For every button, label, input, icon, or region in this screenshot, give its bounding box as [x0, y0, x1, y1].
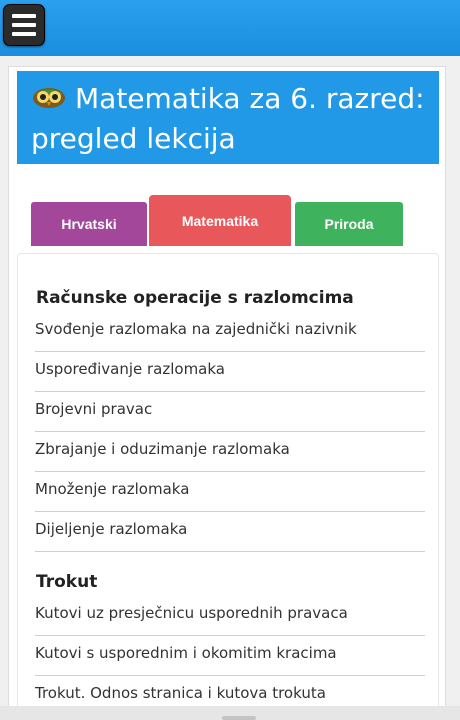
list-item[interactable]: Brojevni pravac	[35, 392, 425, 432]
owl-icon	[33, 88, 65, 108]
list-item[interactable]: Uspoređivanje razlomaka	[35, 352, 425, 392]
hamburger-menu-icon[interactable]	[3, 4, 45, 46]
list-item[interactable]: Množenje razlomaka	[35, 472, 425, 512]
scroll-handle[interactable]	[222, 716, 256, 720]
page-frame: Matematika za 6. razred: pregled lekcija…	[0, 56, 460, 720]
page-title: Matematika za 6. razred: pregled lekcija	[31, 82, 425, 155]
title-banner: Matematika za 6. razred: pregled lekcija	[17, 71, 439, 164]
list-item[interactable]: Svođenje razlomaka na zajednički nazivni…	[35, 312, 425, 352]
section-title: Trokut	[36, 572, 98, 592]
list-item[interactable]: Kutovi s usporednim i okomitim kracima	[35, 636, 425, 676]
lesson-list: Računske operacije s razlomcima Svođenje…	[17, 253, 439, 720]
list-item[interactable]: Dijeljenje razlomaka	[35, 512, 425, 552]
tab-hrvatski[interactable]: Hrvatski	[31, 202, 147, 246]
list-item[interactable]: Kutovi uz presječnicu usporednih pravaca	[35, 596, 425, 636]
list-item[interactable]: Zbrajanje i oduzimanje razlomaka	[35, 432, 425, 472]
section-title: Računske operacije s razlomcima	[36, 288, 354, 308]
tab-priroda[interactable]: Priroda	[295, 202, 403, 246]
top-bar	[0, 0, 460, 56]
tab-matematika[interactable]: Matematika	[149, 195, 291, 246]
content-card: Matematika za 6. razred: pregled lekcija…	[8, 66, 446, 720]
